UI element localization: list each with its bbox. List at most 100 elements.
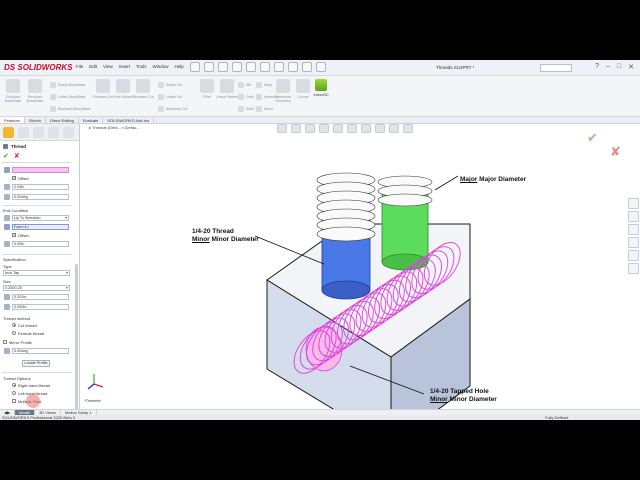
rib-icon — [238, 82, 244, 88]
hole-wizard-button[interactable]: Hole Wizard — [112, 79, 134, 99]
divider — [2, 254, 72, 255]
offset2-checkbox[interactable] — [12, 232, 16, 237]
offset2-distance-input[interactable]: 0.00in — [12, 241, 69, 247]
tab-addins[interactable]: SOLIDWORKS Add-Ins — [103, 117, 155, 123]
menu-tools[interactable]: Tools — [136, 64, 147, 69]
custom-properties-icon[interactable] — [628, 263, 639, 274]
diameter-input[interactable]: 0.201in — [12, 294, 69, 300]
ribbon-label: Curves — [297, 95, 309, 99]
mirror-button[interactable]: Mirror — [256, 106, 273, 112]
ribbon-label: Boundary Cut — [166, 107, 188, 111]
lofted-cut-icon — [158, 94, 164, 100]
left-hand-thread-radio[interactable] — [12, 391, 16, 395]
solidworks-logo[interactable]: DS SOLIDWORKS — [4, 63, 72, 72]
property-manager-tab-icon[interactable] — [18, 126, 29, 138]
menu-edit[interactable]: Edit — [89, 64, 97, 69]
fillet-button[interactable]: Fillet — [196, 79, 218, 99]
tab-sketch[interactable]: Sketch — [25, 117, 47, 123]
menu-file[interactable]: File — [76, 64, 83, 69]
reverse-direction-icon[interactable] — [4, 215, 10, 221]
display-manager-tab-icon[interactable] — [63, 126, 74, 138]
pitch-input[interactable]: 0.050in — [12, 304, 69, 310]
document-title: Threads.SLDPRT * — [436, 65, 475, 70]
design-library-icon[interactable] — [628, 211, 639, 222]
extruded-boss-button[interactable]: Extruded Boss/Base — [2, 79, 24, 103]
home-icon[interactable] — [190, 62, 200, 72]
new-file-icon[interactable] — [204, 62, 214, 72]
menu-insert[interactable]: Insert — [119, 64, 130, 69]
instant3d-button[interactable]: Instant3D — [308, 79, 334, 97]
extrude-thread-radio[interactable] — [12, 331, 16, 335]
hole-minor-line1: 1/4-20 Tapped Hole — [430, 388, 489, 395]
logo-text: SOLIDWORKS — [17, 63, 73, 72]
lofted-boss-button[interactable]: Lofted Boss/Base — [50, 94, 85, 100]
file-properties-icon[interactable] — [302, 62, 312, 72]
extruded-cut-button[interactable]: Extruded Cut — [92, 79, 114, 99]
panel-scrollbar[interactable] — [75, 264, 78, 409]
end-condition-heading: End Condition — [3, 208, 29, 213]
start-angle-input[interactable]: 0.00deg — [12, 194, 69, 200]
tab-direct-editing[interactable]: Direct Editing — [46, 117, 79, 123]
pitch-icon — [4, 304, 10, 310]
close-button[interactable]: ✕ — [628, 63, 634, 71]
menu-window[interactable]: Window — [153, 64, 169, 69]
revolved-boss-button[interactable]: Revolved Boss/Base — [24, 79, 46, 103]
solidworks-resources-icon[interactable] — [628, 198, 639, 209]
rib-button[interactable]: Rib — [238, 82, 251, 88]
ribbon-label: Swept Boss/Base — [58, 83, 86, 87]
undo-icon[interactable] — [260, 62, 270, 72]
help-icon[interactable]: ? — [595, 63, 599, 71]
end-condition-select[interactable]: Up To Selection — [12, 215, 69, 221]
confirmation-cancel-icon[interactable]: ✘ — [610, 144, 621, 160]
offset-distance-input[interactable]: 0.00in — [12, 184, 69, 190]
menu-view[interactable]: View — [103, 64, 113, 69]
configuration-manager-tab-icon[interactable] — [33, 126, 44, 138]
mirror-icon — [256, 106, 262, 112]
reference-geometry-button[interactable]: Reference Geometry — [272, 79, 294, 103]
rotation-input[interactable]: 0.00deg — [12, 348, 69, 354]
dimxpert-tab-icon[interactable] — [48, 126, 59, 138]
minimize-button[interactable]: – — [606, 63, 610, 71]
face-selection-icon — [4, 224, 10, 230]
face-selection-field[interactable]: Face<1> — [12, 224, 69, 230]
swept-boss-button[interactable]: Swept Boss/Base — [50, 82, 85, 88]
boundary-cut-button[interactable]: Boundary Cut — [158, 106, 187, 112]
locate-profile-button[interactable]: Locate Profile — [22, 360, 50, 367]
view-palette-icon[interactable] — [628, 237, 639, 248]
select-icon[interactable] — [274, 62, 284, 72]
type-select[interactable]: Inch Tap — [3, 270, 70, 276]
swept-cut-button[interactable]: Swept Cut — [158, 82, 182, 88]
maximize-button[interactable]: □ — [617, 63, 621, 71]
feature-manager-tab-icon[interactable] — [3, 126, 14, 138]
search-input[interactable] — [540, 64, 572, 72]
multiple-start-checkbox[interactable] — [12, 399, 16, 403]
edge-selection-field[interactable] — [12, 167, 69, 173]
boundary-boss-button[interactable]: Boundary Boss/Base — [50, 106, 91, 112]
tab-features[interactable]: Features — [0, 117, 25, 123]
draft-button[interactable]: Draft — [238, 94, 254, 100]
offset-checkbox[interactable] — [12, 175, 16, 180]
cut-thread-radio[interactable] — [12, 323, 16, 327]
print-icon[interactable] — [246, 62, 256, 72]
graphics-area[interactable]: ▸ Threads (Defa...<<Defau... Major Major… — [80, 124, 640, 409]
cancel-button[interactable]: ✘ — [14, 152, 20, 160]
shell-button[interactable]: Shell — [238, 106, 254, 112]
size-select[interactable]: 0.2500-20 — [3, 285, 70, 291]
mirror-profile-checkbox[interactable] — [3, 340, 7, 344]
tab-evaluate[interactable]: Evaluate — [79, 117, 104, 123]
rebuild-icon[interactable] — [288, 62, 298, 72]
lofted-cut-button[interactable]: Lofted Cut — [158, 94, 182, 100]
major-text: Major Diameter — [479, 176, 527, 183]
right-hand-thread-radio[interactable] — [12, 383, 16, 387]
confirmation-ok-icon[interactable]: ✔ — [587, 130, 598, 146]
file-explorer-icon[interactable] — [628, 224, 639, 235]
ok-button[interactable]: ✔ — [3, 152, 9, 160]
menu-help[interactable]: Help — [175, 64, 184, 69]
options-gear-icon[interactable] — [316, 62, 326, 72]
linear-pattern-button[interactable]: Linear Pattern — [216, 79, 238, 99]
save-icon[interactable] — [232, 62, 242, 72]
appearances-icon[interactable] — [628, 250, 639, 261]
open-file-icon[interactable] — [218, 62, 228, 72]
revolved-cut-button[interactable]: Revolved Cut — [132, 79, 154, 99]
wrap-button[interactable]: Wrap — [256, 82, 272, 88]
